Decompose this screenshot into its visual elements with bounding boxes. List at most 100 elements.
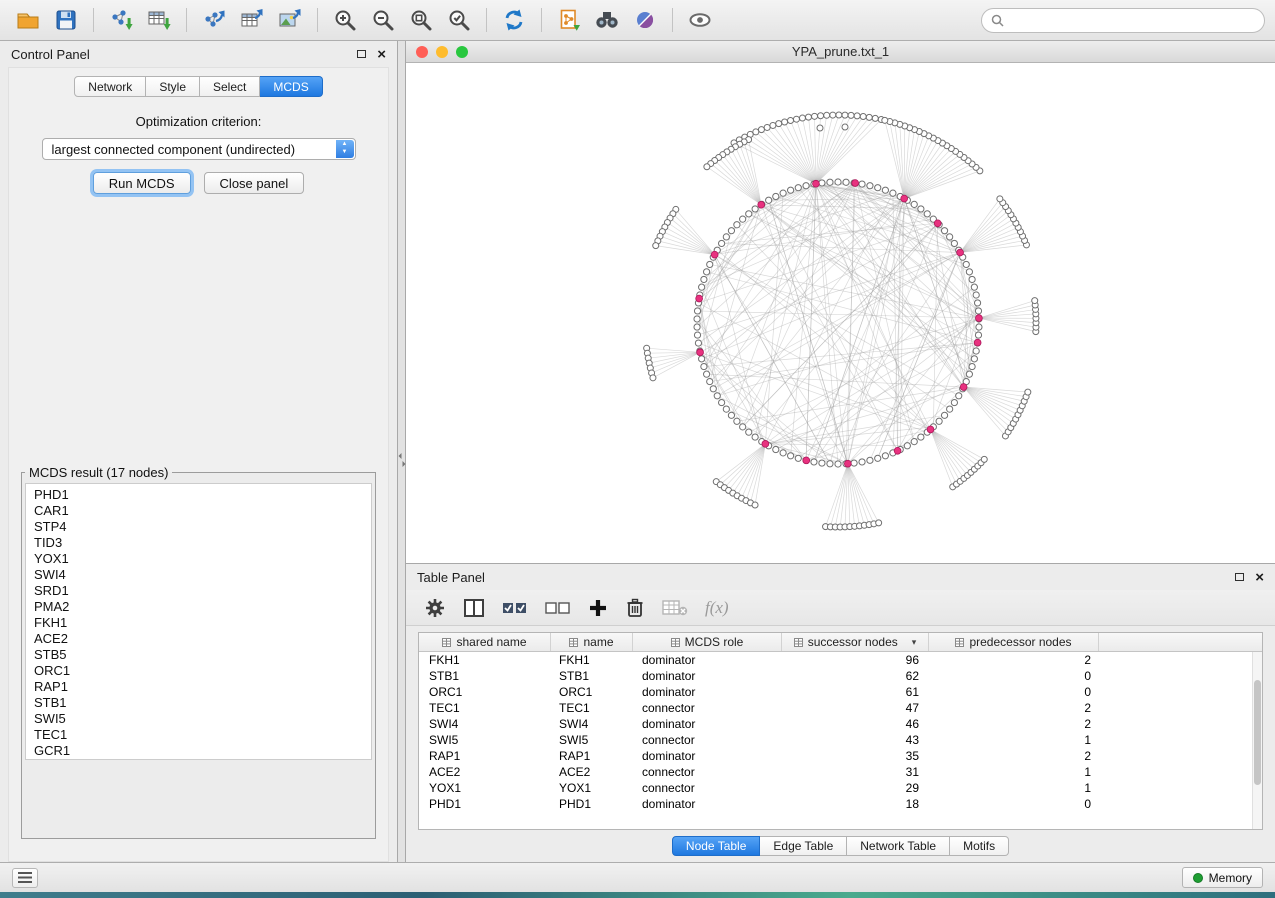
table-row[interactable]: YOX1YOX1connector291	[419, 780, 1262, 796]
column-header-predecessor-nodes[interactable]: predecessor nodes	[929, 633, 1099, 651]
control-tab-style[interactable]: Style	[146, 76, 200, 97]
network-window-titlebar: YPA_prune.txt_1	[406, 41, 1275, 63]
table-row[interactable]: ORC1ORC1dominator610	[419, 684, 1262, 700]
table-tab-edge-table[interactable]: Edge Table	[760, 836, 847, 856]
control-tab-select[interactable]: Select	[200, 76, 260, 97]
network-view[interactable]	[406, 63, 1275, 563]
folder-icon	[16, 8, 40, 32]
export-network-button[interactable]	[196, 4, 232, 36]
function-builder-button[interactable]: f(x)	[705, 598, 729, 618]
vizmapper-button[interactable]	[627, 4, 663, 36]
search-field[interactable]	[981, 8, 1265, 33]
scrollbar-thumb[interactable]	[1254, 680, 1261, 785]
delete-row-button[interactable]	[625, 597, 645, 619]
delete-table-button[interactable]	[662, 599, 688, 617]
memory-button[interactable]: Memory	[1182, 867, 1263, 888]
table-row[interactable]: PHD1PHD1dominator180	[419, 796, 1262, 812]
mcds-result-box: MCDS result (17 nodes) PHD1CAR1STP4TID3Y…	[21, 465, 376, 839]
zoom-out-button[interactable]	[365, 4, 401, 36]
table-tab-network-table[interactable]: Network Table	[847, 836, 950, 856]
close-panel-icon[interactable]: ×	[377, 47, 386, 62]
table-row[interactable]: SWI4SWI4dominator462	[419, 716, 1262, 732]
table-settings-button[interactable]	[424, 597, 446, 619]
table-cell: FKH1	[551, 653, 633, 667]
float-panel-icon[interactable]	[1235, 573, 1244, 581]
result-node-item[interactable]: RAP1	[34, 679, 371, 695]
open-file-button[interactable]	[10, 4, 46, 36]
network-canvas[interactable]	[406, 63, 1275, 563]
column-header-shared-name[interactable]: shared name	[419, 633, 551, 651]
result-node-item[interactable]: TEC1	[34, 727, 371, 743]
table-row[interactable]: TEC1TEC1connector472	[419, 700, 1262, 716]
zoom-selected-button[interactable]	[441, 4, 477, 36]
zoom-selected-icon	[447, 8, 471, 32]
close-panel-button[interactable]: Close panel	[204, 172, 305, 194]
result-node-item[interactable]: CAR1	[34, 503, 371, 519]
result-node-item[interactable]: SWI4	[34, 567, 371, 583]
splitter-handle-icon[interactable]	[398, 449, 406, 476]
column-header-name[interactable]: name	[551, 633, 633, 651]
main-area: Control Panel × NetworkStyleSelectMCDS O…	[0, 41, 1275, 862]
result-node-item[interactable]: PHD1	[34, 487, 371, 503]
result-node-item[interactable]: GCR1	[34, 743, 371, 759]
main-toolbar	[0, 0, 1275, 41]
zoom-fit-icon	[409, 8, 433, 32]
table-cell: TEC1	[551, 701, 633, 715]
import-network-button[interactable]	[103, 4, 139, 36]
deselect-all-button[interactable]	[545, 599, 571, 617]
zoom-fit-button[interactable]	[403, 4, 439, 36]
table-cell: PHD1	[551, 797, 633, 811]
result-node-item[interactable]: STB1	[34, 695, 371, 711]
find-button[interactable]	[589, 4, 625, 36]
result-node-item[interactable]: SRD1	[34, 583, 371, 599]
result-node-item[interactable]: TID3	[34, 535, 371, 551]
export-table-button[interactable]	[234, 4, 270, 36]
table-tab-motifs[interactable]: Motifs	[950, 836, 1009, 856]
control-tab-network[interactable]: Network	[74, 76, 146, 97]
minimize-window-icon[interactable]	[436, 46, 448, 58]
result-node-item[interactable]: FKH1	[34, 615, 371, 631]
refresh-layout-button[interactable]	[496, 4, 532, 36]
table-cell: 96	[782, 653, 929, 667]
run-mcds-button[interactable]: Run MCDS	[93, 172, 191, 194]
control-tab-mcds[interactable]: MCDS	[260, 76, 322, 97]
add-row-button[interactable]	[588, 598, 608, 618]
column-header-MCDS-role[interactable]: MCDS role	[633, 633, 782, 651]
select-all-button[interactable]	[502, 599, 528, 617]
result-node-item[interactable]: STB5	[34, 647, 371, 663]
result-node-item[interactable]: SWI5	[34, 711, 371, 727]
close-panel-icon[interactable]: ×	[1255, 570, 1264, 585]
table-row[interactable]: SWI5SWI5connector431	[419, 732, 1262, 748]
result-node-item[interactable]: STP4	[34, 519, 371, 535]
import-table-button[interactable]	[141, 4, 177, 36]
table-row[interactable]: FKH1FKH1dominator962	[419, 652, 1262, 668]
result-node-item[interactable]: ACE2	[34, 631, 371, 647]
panel-splitter[interactable]	[398, 41, 406, 862]
table-row[interactable]: STB1STB1dominator620	[419, 668, 1262, 684]
show-columns-button[interactable]	[463, 597, 485, 619]
table-cell: dominator	[633, 653, 782, 667]
result-node-item[interactable]: YOX1	[34, 551, 371, 567]
table-scrollbar[interactable]	[1252, 652, 1262, 829]
table-cell: connector	[633, 781, 782, 795]
close-window-icon[interactable]	[416, 46, 428, 58]
search-input[interactable]	[1010, 13, 1255, 27]
zoom-in-button[interactable]	[327, 4, 363, 36]
status-menu-button[interactable]	[12, 868, 38, 888]
column-grid-icon	[671, 638, 680, 647]
column-header-successor-nodes[interactable]: successor nodes▾	[782, 633, 929, 651]
select-all-icon	[502, 599, 528, 617]
control-panel: Control Panel × NetworkStyleSelectMCDS O…	[0, 41, 398, 862]
table-row[interactable]: ACE2ACE2connector311	[419, 764, 1262, 780]
maximize-window-icon[interactable]	[456, 46, 468, 58]
export-image-button[interactable]	[272, 4, 308, 36]
result-node-item[interactable]: ORC1	[34, 663, 371, 679]
criterion-select[interactable]: largest connected component (undirected)…	[42, 138, 356, 160]
float-panel-icon[interactable]	[357, 50, 366, 58]
clone-network-button[interactable]	[551, 4, 587, 36]
table-tab-node-table[interactable]: Node Table	[672, 836, 761, 856]
result-node-item[interactable]: PMA2	[34, 599, 371, 615]
save-session-button[interactable]	[48, 4, 84, 36]
show-details-button[interactable]	[682, 4, 718, 36]
table-row[interactable]: RAP1RAP1dominator352	[419, 748, 1262, 764]
